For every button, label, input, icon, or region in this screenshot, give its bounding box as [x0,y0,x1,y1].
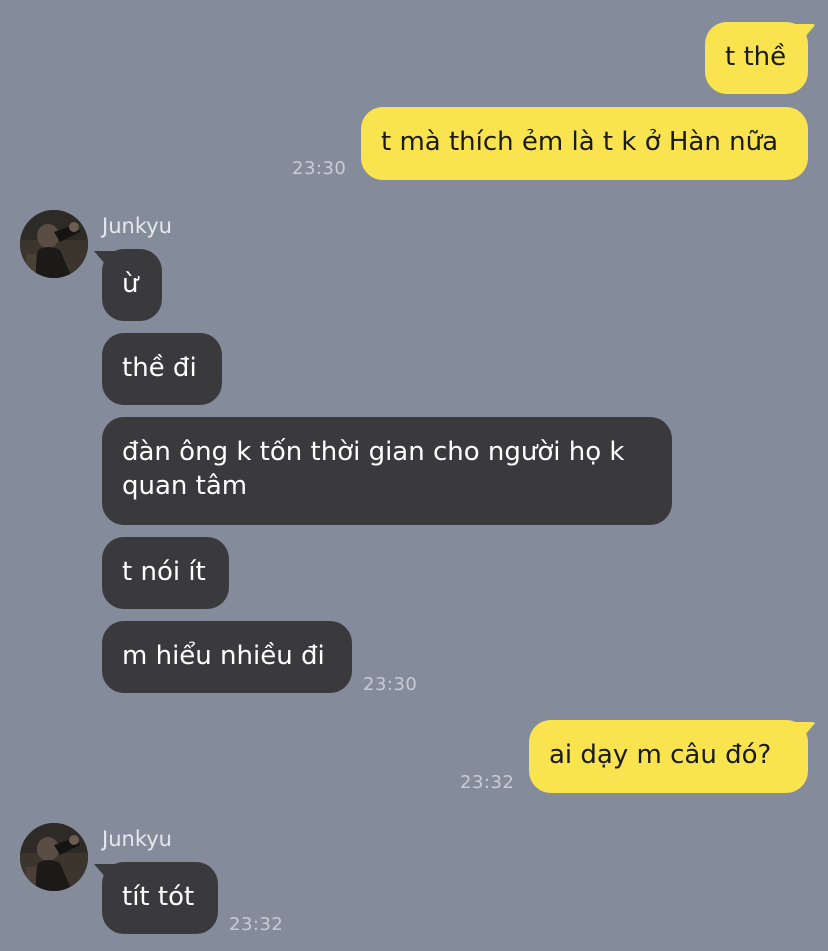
message-text: t thề [725,42,787,72]
message-timestamp: 23:32 [460,772,515,793]
message-text: t mà thích ẻm là t k ở Hàn nữa [381,127,778,157]
incoming-message-bubble[interactable]: đàn ông k tốn thời gian cho người họ k q… [102,417,672,525]
message-text: tít tót [122,882,195,912]
message-text: đàn ông k tốn thời gian cho người họ k q… [122,437,625,501]
message-timestamp: 23:30 [292,158,347,179]
message-timestamp: 23:30 [363,674,418,695]
message-text: thề đi [122,353,197,383]
incoming-message-bubble[interactable]: m hiểu nhiều đi [102,621,352,693]
incoming-message-bubble[interactable]: ừ [102,249,162,321]
contact-avatar[interactable] [20,210,88,278]
message-text: t nói ít [122,557,206,587]
sender-name: Junkyu [102,214,172,238]
message-text: ai dạy m câu đó? [549,740,772,770]
incoming-message-bubble[interactable]: thề đi [102,333,222,405]
message-timestamp: 23:32 [229,914,284,935]
outgoing-message-bubble[interactable]: t mà thích ẻm là t k ở Hàn nữa [361,107,808,180]
contact-avatar[interactable] [20,823,88,891]
avatar-photo-icon [20,823,88,891]
avatar-photo-icon [20,210,88,278]
sender-name: Junkyu [102,827,172,851]
incoming-message-bubble[interactable]: tít tót [102,862,218,934]
message-text: ừ [122,269,139,299]
incoming-message-bubble[interactable]: t nói ít [102,537,229,609]
outgoing-message-bubble[interactable]: t thề [705,22,808,94]
chat-thread: t thề 23:30 t mà thích ẻm là t k ở Hàn n… [0,0,828,951]
message-text: m hiểu nhiều đi [122,641,325,671]
outgoing-message-bubble[interactable]: ai dạy m câu đó? [529,720,808,793]
